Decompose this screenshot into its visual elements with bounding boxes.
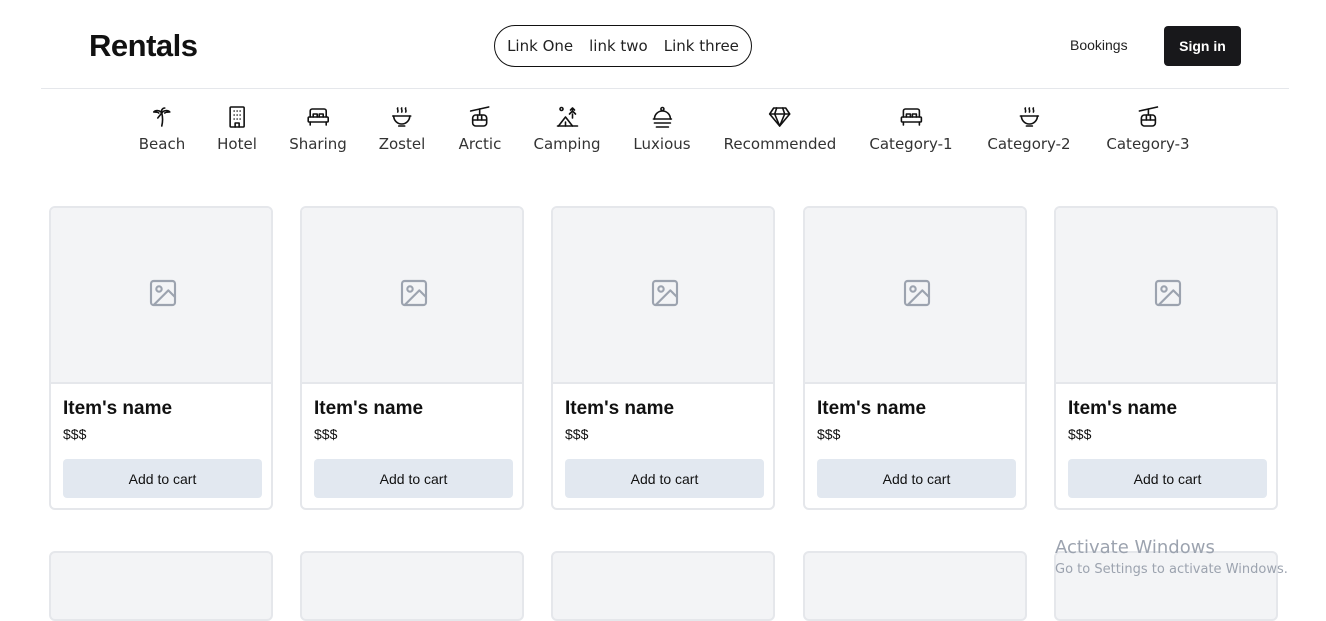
image-placeholder-icon — [903, 279, 931, 307]
top-navbar: Rentals Link One link two Link three Boo… — [41, 0, 1289, 89]
watermark-title: Activate Windows — [1055, 537, 1215, 558]
category-label: Category-2 — [987, 135, 1071, 153]
category-3[interactable]: Category-3 — [1106, 105, 1190, 153]
category-camping[interactable]: Camping — [534, 105, 601, 153]
cable-car-icon — [470, 106, 490, 127]
camping-icon — [556, 106, 578, 127]
category-label: Recommended — [723, 135, 837, 153]
cable-car-icon — [1138, 106, 1158, 127]
product-image-placeholder — [51, 208, 271, 384]
nav-link-three[interactable]: Link three — [664, 37, 739, 55]
category-label: Category-3 — [1106, 135, 1190, 153]
category-label: Camping — [533, 135, 601, 153]
windows-activation-watermark: Activate Windows Go to Settings to activ… — [1055, 537, 1288, 577]
product-card[interactable]: Item's name $$$ Add to cart — [551, 206, 775, 510]
category-label: Hotel — [217, 135, 257, 153]
product-name: Item's name — [63, 398, 173, 419]
bed-icon — [307, 108, 329, 126]
product-price: $$$ — [1068, 426, 1092, 442]
building-icon — [229, 106, 245, 128]
palm-tree-icon — [153, 107, 171, 127]
product-price: $$$ — [63, 426, 87, 442]
product-card[interactable]: Item's name $$$ Add to cart — [803, 206, 1027, 510]
category-hotel[interactable]: Hotel — [217, 105, 257, 153]
category-beach[interactable]: Beach — [139, 105, 185, 153]
category-arctic[interactable]: Arctic — [458, 105, 502, 153]
hot-bowl-icon — [1019, 107, 1039, 127]
product-price: $$$ — [565, 426, 589, 442]
category-label: Category-1 — [869, 135, 953, 153]
hot-bowl-icon — [392, 107, 412, 127]
add-to-cart-button[interactable]: Add to cart — [314, 459, 513, 498]
nav-link-one[interactable]: Link One — [507, 37, 573, 55]
add-to-cart-button[interactable]: Add to cart — [817, 459, 1016, 498]
image-placeholder-icon — [400, 279, 428, 307]
image-placeholder-icon — [651, 279, 679, 307]
bookings-link[interactable]: Bookings — [1070, 37, 1128, 53]
add-to-cart-button[interactable]: Add to cart — [565, 459, 764, 498]
product-card[interactable]: Item's name $$$ Add to cart — [49, 206, 273, 510]
sign-in-button[interactable]: Sign in — [1164, 26, 1241, 66]
category-label: Sharing — [289, 135, 347, 153]
cloche-icon — [652, 106, 672, 128]
nav-links-pill: Link One link two Link three — [494, 25, 752, 67]
add-to-cart-button[interactable]: Add to cart — [1068, 459, 1267, 498]
product-image-placeholder — [1056, 208, 1276, 384]
product-image-placeholder — [302, 208, 522, 384]
category-label: Zostel — [378, 135, 426, 153]
product-price: $$$ — [314, 426, 338, 442]
product-name: Item's name — [314, 398, 424, 419]
category-bar: Beach Hotel Sharing Zostel Arctic Campin… — [0, 105, 1326, 165]
category-recommended[interactable]: Recommended — [723, 105, 837, 153]
product-image-placeholder — [553, 208, 773, 384]
product-name: Item's name — [817, 398, 927, 419]
product-card[interactable]: Item's name $$$ Add to cart — [1054, 206, 1278, 510]
watermark-subtitle: Go to Settings to activate Windows. — [1055, 562, 1288, 577]
bed-icon — [900, 108, 922, 126]
brand-logo[interactable]: Rentals — [89, 28, 198, 64]
product-name: Item's name — [565, 398, 675, 419]
diamond-icon — [769, 107, 791, 127]
category-zostel[interactable]: Zostel — [378, 105, 426, 153]
category-label: Beach — [138, 135, 186, 153]
category-2[interactable]: Category-2 — [987, 105, 1071, 153]
image-placeholder-icon — [1154, 279, 1182, 307]
product-image-placeholder — [805, 208, 1025, 384]
nav-link-two[interactable]: link two — [589, 37, 648, 55]
category-1[interactable]: Category-1 — [869, 105, 953, 153]
category-label: Luxious — [633, 135, 691, 153]
product-card[interactable]: Item's name $$$ Add to cart — [300, 206, 524, 510]
category-luxious[interactable]: Luxious — [633, 105, 691, 153]
image-placeholder-icon — [149, 279, 177, 307]
add-to-cart-button[interactable]: Add to cart — [63, 459, 262, 498]
product-name: Item's name — [1068, 398, 1178, 419]
category-sharing[interactable]: Sharing — [289, 105, 347, 153]
product-price: $$$ — [817, 426, 841, 442]
category-label: Arctic — [458, 135, 502, 153]
